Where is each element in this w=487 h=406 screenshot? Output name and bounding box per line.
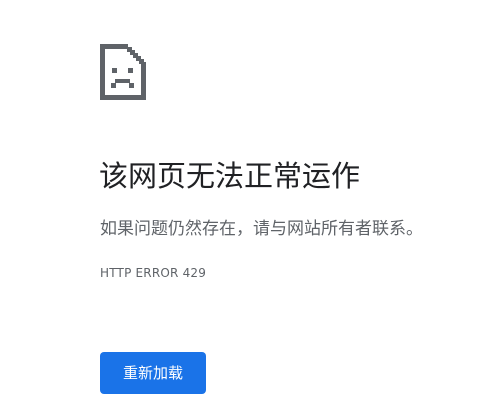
error-title: 该网页无法正常运作 [99,159,361,193]
error-message: 如果问题仍然存在，请与网站所有者联系。 [100,219,423,239]
reload-button[interactable]: 重新加载 [100,352,206,394]
error-code: HTTP ERROR 429 [100,266,207,280]
sad-page-icon [100,44,146,100]
